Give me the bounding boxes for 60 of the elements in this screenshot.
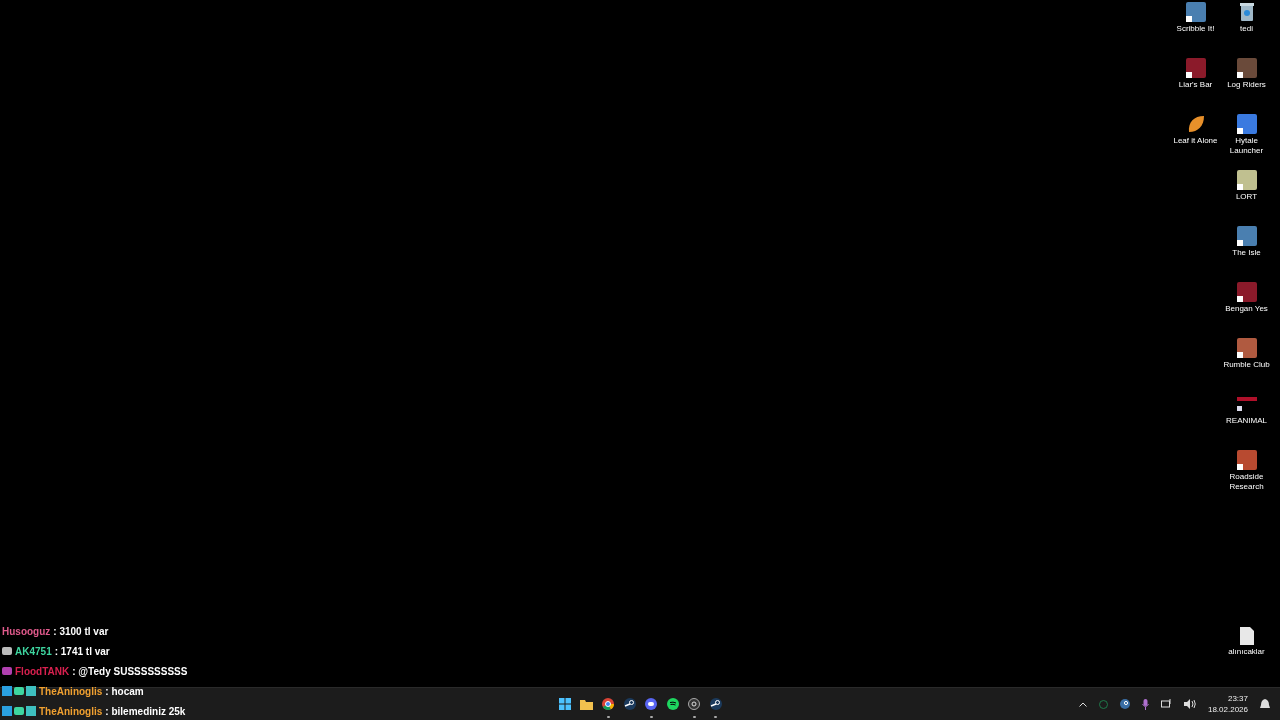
speaker-icon[interactable] bbox=[1183, 699, 1196, 709]
network-icon[interactable] bbox=[1160, 699, 1172, 709]
running-indicator bbox=[606, 716, 610, 718]
badge-icon bbox=[2, 647, 12, 655]
banner-icon bbox=[1236, 394, 1257, 414]
desktop-icon-label[interactable]: Log Riders bbox=[1221, 80, 1272, 90]
desktop-icon-label[interactable]: tedi bbox=[1221, 24, 1272, 34]
microphone-icon[interactable] bbox=[1141, 698, 1149, 710]
clock[interactable]: 23:37 18.02.2026 bbox=[1207, 693, 1248, 715]
app-icon bbox=[1236, 450, 1257, 470]
steam-icon[interactable] bbox=[623, 698, 636, 710]
running-indicator bbox=[649, 716, 653, 718]
app-icon bbox=[1185, 58, 1206, 78]
badges-icon bbox=[2, 686, 36, 696]
app-icon bbox=[1236, 226, 1257, 246]
running-indicator bbox=[714, 716, 718, 718]
badge-icon bbox=[2, 667, 12, 675]
app-icon bbox=[1236, 114, 1257, 134]
desktop-icon-label[interactable]: The Isle bbox=[1221, 248, 1272, 258]
desktop-icon-label[interactable]: LORT bbox=[1221, 192, 1272, 202]
steam-tray-icon[interactable] bbox=[1119, 699, 1130, 709]
chat-username: Husooguz bbox=[2, 625, 51, 637]
desktop-icon-label[interactable]: Scribble It! bbox=[1170, 24, 1221, 34]
chat-message: : 1741 tl var bbox=[54, 645, 110, 657]
app-icon bbox=[1236, 170, 1257, 190]
steam-icon[interactable] bbox=[709, 698, 722, 710]
app-icon bbox=[1236, 282, 1257, 302]
chat-message: : hocam bbox=[105, 685, 144, 697]
time: 23:37 bbox=[1227, 693, 1248, 704]
desktop-icon-label[interactable]: REANIMAL bbox=[1221, 416, 1272, 426]
chat-username: TheAninoglis bbox=[39, 705, 103, 717]
chat-message: : bilemediniz 25k bbox=[105, 705, 186, 717]
document-icon bbox=[1239, 627, 1254, 645]
badges-icon bbox=[2, 706, 36, 716]
music-app-icon[interactable] bbox=[666, 698, 679, 710]
date: 18.02.2026 bbox=[1207, 704, 1248, 715]
chat-username: AK4751 bbox=[15, 645, 52, 657]
chat-message: : 3100 tl var bbox=[53, 625, 109, 637]
desktop-icon-label[interactable]: Leaf it Alone bbox=[1170, 136, 1221, 146]
desktop-icon-label[interactable]: Roadside Research bbox=[1221, 472, 1272, 492]
app-icon bbox=[1236, 58, 1257, 78]
recycle-bin-icon bbox=[1238, 2, 1255, 22]
bell-icon[interactable] bbox=[1260, 698, 1270, 710]
chat-app-icon[interactable] bbox=[645, 698, 658, 710]
desktop-icon-label[interactable]: Liar's Bar bbox=[1170, 80, 1221, 90]
chevron-up-icon[interactable] bbox=[1078, 701, 1087, 707]
desktop-icon-label[interactable]: Rumble Club bbox=[1221, 360, 1272, 370]
chat-username: FloodTANK bbox=[15, 665, 70, 677]
desktop-icon-label[interactable]: Hytale Launcher bbox=[1221, 136, 1272, 156]
browser-icon[interactable] bbox=[602, 698, 615, 710]
recorder-icon[interactable] bbox=[688, 698, 701, 710]
chat-message: : @Tedy SUSSSSSSSSS bbox=[72, 665, 188, 677]
windows-start-icon[interactable] bbox=[559, 698, 572, 710]
desktop-icon-label[interactable]: alınıcaklar bbox=[1221, 647, 1272, 657]
desktop-icon-label[interactable]: Bengan Yes bbox=[1221, 304, 1272, 314]
folder-icon[interactable] bbox=[580, 698, 594, 710]
app-icon bbox=[1236, 338, 1257, 358]
app-icon bbox=[1185, 2, 1206, 22]
chat-username: TheAninoglis bbox=[39, 685, 103, 697]
running-indicator bbox=[692, 716, 696, 718]
